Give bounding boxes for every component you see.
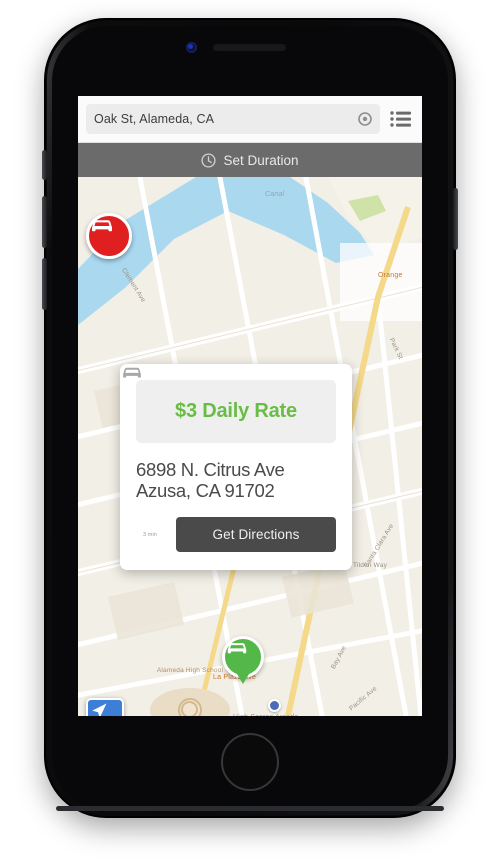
park-poi-marker — [181, 701, 198, 716]
phone-screen: Oak St, Alameda, CA Set Duration Canal C… — [78, 96, 422, 716]
search-input[interactable]: Oak St, Alameda, CA — [86, 104, 380, 134]
navigation-arrow-icon[interactable] — [86, 698, 124, 716]
volume-up-button[interactable] — [42, 196, 47, 248]
map-canvas[interactable]: Canal Clement Ave Orange Park St Tilden … — [78, 177, 422, 716]
earpiece-speaker — [213, 44, 286, 51]
set-duration-button[interactable]: Set Duration — [78, 143, 422, 177]
eta-label: 3 min — [143, 532, 157, 539]
eta-block: 3 min — [123, 367, 164, 539]
rate-box: $3 Daily Rate — [136, 380, 336, 443]
daily-rate-label: $3 Daily Rate — [175, 400, 297, 422]
parking-info-card: $3 Daily Rate 6898 N. Citrus Ave Azusa, … — [120, 364, 352, 571]
home-button[interactable] — [221, 733, 279, 791]
blue-poi-marker[interactable] — [268, 699, 281, 712]
list-view-icon[interactable] — [386, 104, 416, 134]
address-line-2: Azusa, CA 91702 — [136, 480, 275, 502]
red-car-marker[interactable] — [86, 213, 132, 259]
search-input-value: Oak St, Alameda, CA — [94, 112, 215, 126]
front-camera — [186, 42, 197, 53]
set-duration-label: Set Duration — [223, 152, 299, 168]
green-car-marker[interactable] — [222, 636, 264, 684]
address-block: 6898 N. Citrus Ave Azusa, CA 91702 — [136, 459, 336, 501]
address-line-1: 6898 N. Citrus Ave — [136, 459, 285, 480]
card-actions: 3 min Get Directions — [123, 367, 336, 553]
clock-icon — [201, 152, 217, 168]
get-directions-button[interactable]: Get Directions — [176, 517, 336, 553]
search-bar: Oak St, Alameda, CA — [78, 96, 422, 143]
power-button[interactable] — [453, 188, 458, 250]
clear-circle-icon[interactable] — [358, 112, 372, 126]
bottom-antenna-strip — [56, 806, 444, 811]
volume-down-button[interactable] — [42, 258, 47, 310]
mute-switch[interactable] — [42, 150, 47, 180]
screenshot-root: Oak St, Alameda, CA Set Duration Canal C… — [0, 0, 500, 859]
